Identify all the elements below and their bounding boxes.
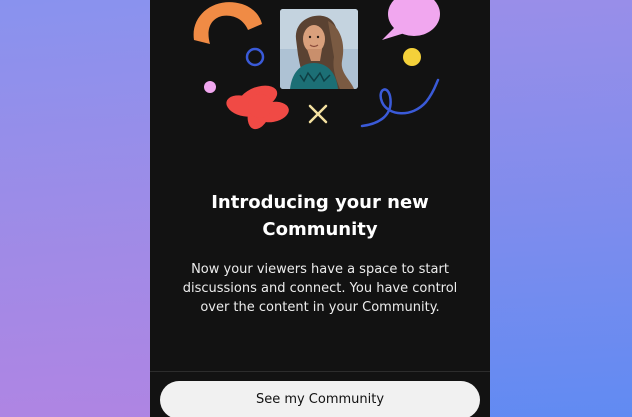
lilac-dot-shape — [204, 81, 216, 93]
orange-arc-shape — [193, 2, 262, 44]
community-intro-panel: Introducing your new Community Now your … — [150, 0, 490, 417]
blue-ring-shape — [245, 47, 265, 67]
yellow-x-shape — [308, 104, 328, 124]
pink-speech-bubble-shape — [382, 0, 440, 40]
background-left — [0, 0, 160, 417]
dialog-title-line2: Community — [262, 219, 378, 240]
blue-squiggle-shape — [360, 78, 440, 128]
dialog-description: Now your viewers have a space to start d… — [170, 260, 470, 317]
person-photo-image — [280, 9, 358, 89]
dialog-description-line3: over the content in your Community. — [200, 300, 440, 315]
see-my-community-button[interactable]: See my Community — [160, 381, 480, 417]
dialog-title: Introducing your new Community — [150, 189, 490, 243]
profile-photo — [280, 9, 358, 89]
dialog-title-line1: Introducing your new — [211, 192, 429, 213]
dialog-description-line2: discussions and connect. You have contro… — [182, 281, 458, 296]
yellow-dot-shape — [403, 48, 421, 66]
background-right — [482, 0, 632, 417]
divider — [150, 371, 490, 372]
dialog-description-line1: Now your viewers have a space to start — [191, 262, 449, 277]
